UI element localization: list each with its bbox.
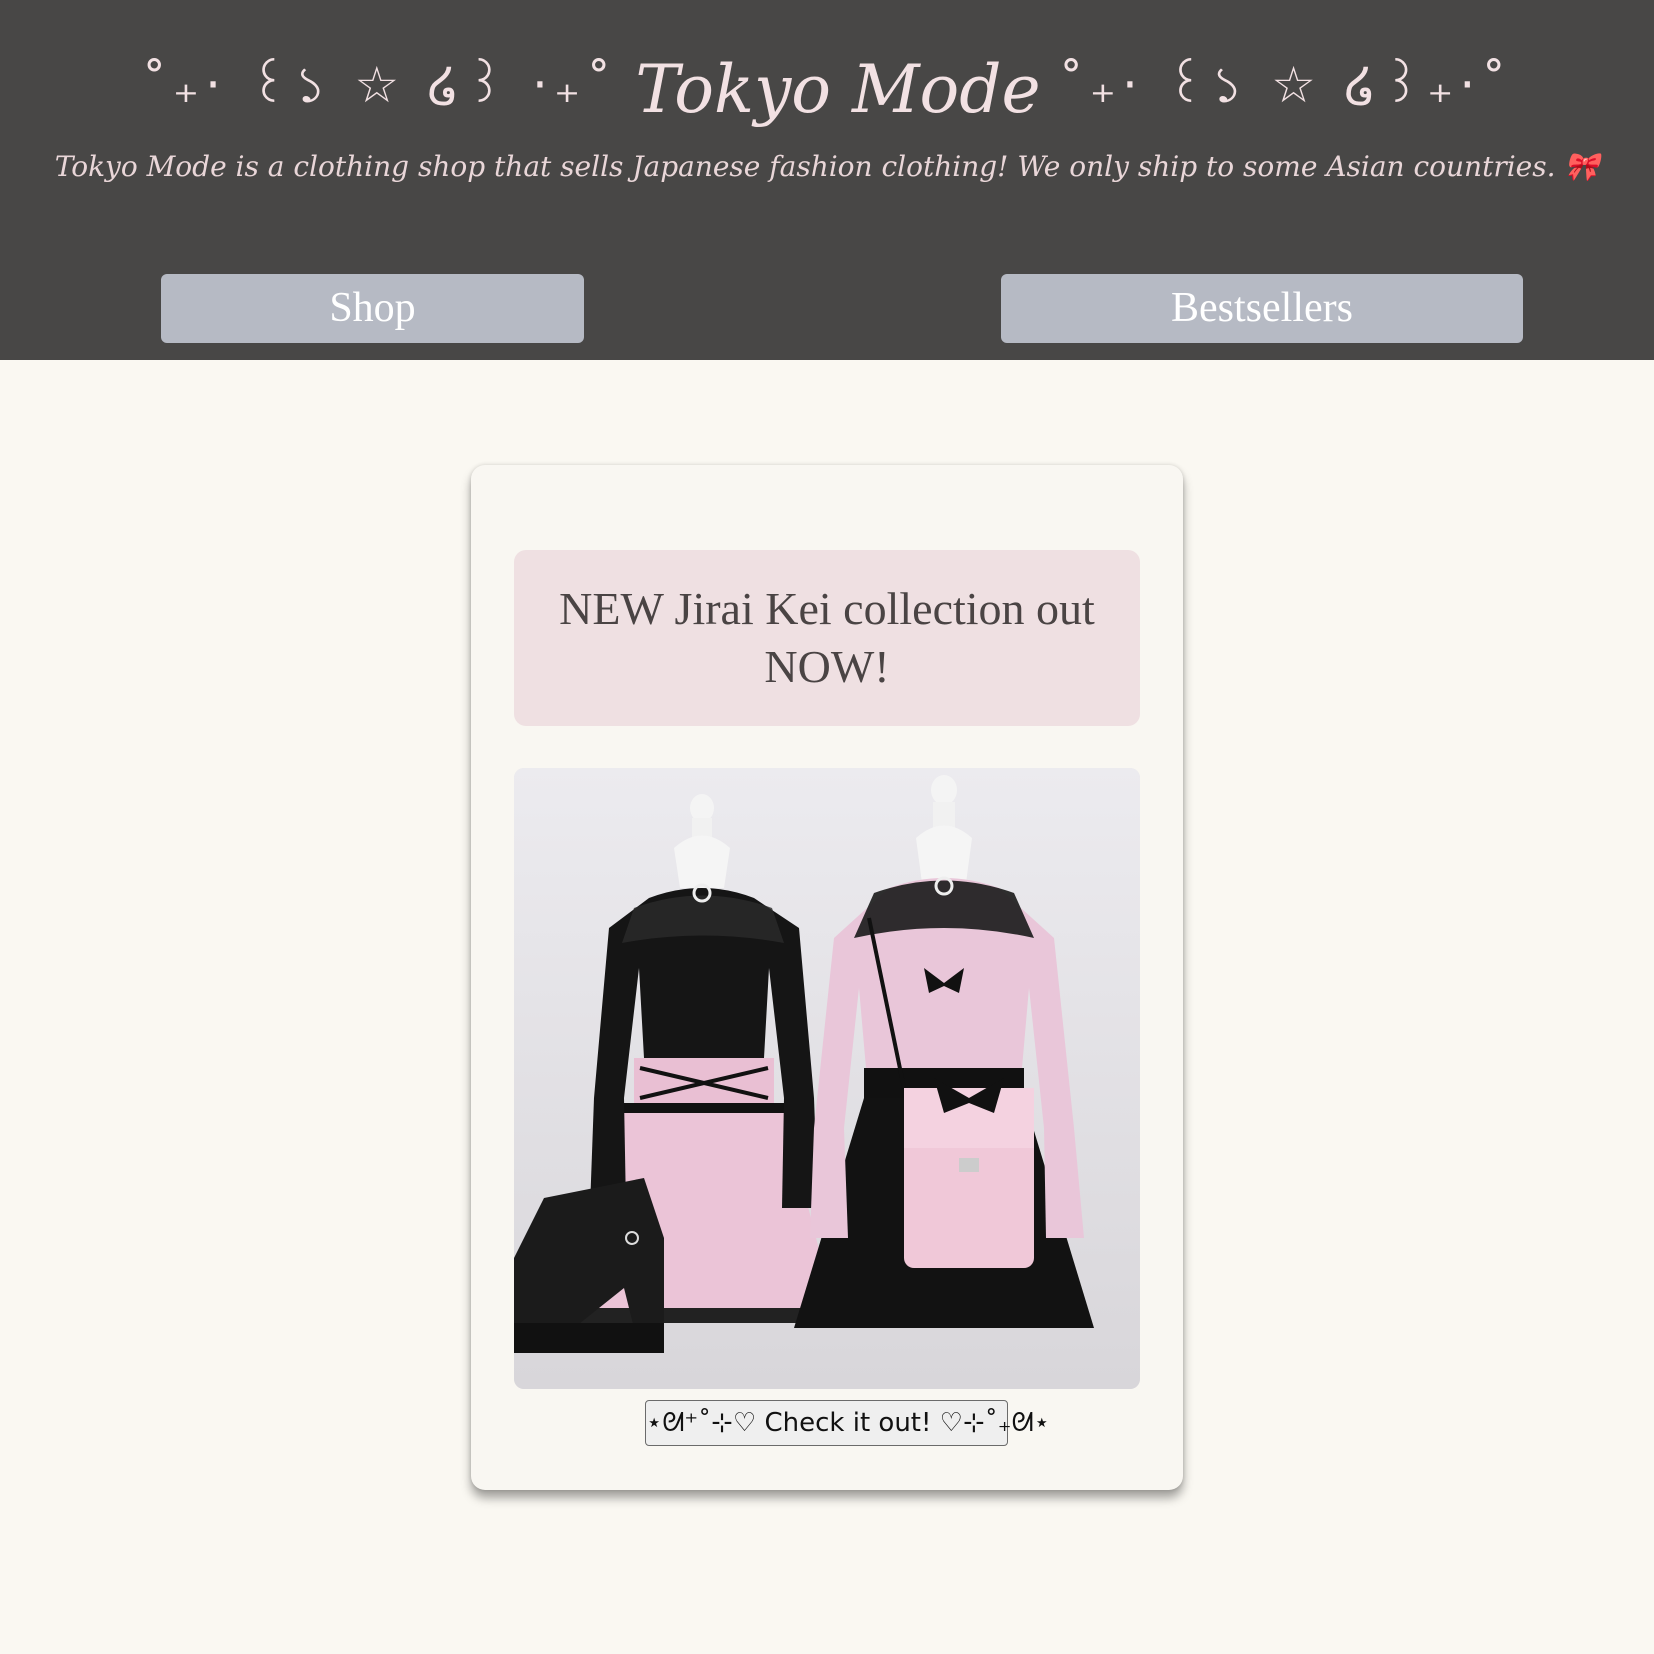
site-tagline: Tokyo Mode is a clothing shop that sells… [54,150,1600,183]
site-title-row: ˚₊· ꒰১ ☆ ໒꒱ ·₊˚ Tokyo Mode ˚₊· ꒰১ ☆ ໒꒱₊·… [0,48,1654,131]
shop-button[interactable]: Shop [161,274,584,343]
site-title: Tokyo Mode [635,51,1041,128]
promo-banner: NEW Jirai Kei collection out NOW! [514,550,1140,726]
promo-card: NEW Jirai Kei collection out NOW! ⋆ᘛ⁺˚⊹♡… [471,465,1183,1490]
promo-banner-text: NEW Jirai Kei collection out NOW! [559,583,1095,692]
bestsellers-button[interactable]: Bestsellers [1001,274,1523,343]
title-decoration-left: ˚₊· ꒰১ ☆ ໒꒱ ·₊˚ [141,56,618,114]
title-decoration-right: ˚₊· ꒰১ ☆ ໒꒱₊·˚ [1058,56,1513,114]
site-header: ˚₊· ꒰১ ☆ ໒꒱ ·₊˚ Tokyo Mode ˚₊· ꒰১ ☆ ໒꒱₊·… [0,0,1654,360]
outfit-illustration [514,768,1140,1389]
collection-photo [514,768,1140,1389]
check-it-out-button[interactable]: ⋆ᘛ⁺˚⊹♡ Check it out! ♡⊹˚₊ᘛ⋆ [645,1400,1050,1446]
